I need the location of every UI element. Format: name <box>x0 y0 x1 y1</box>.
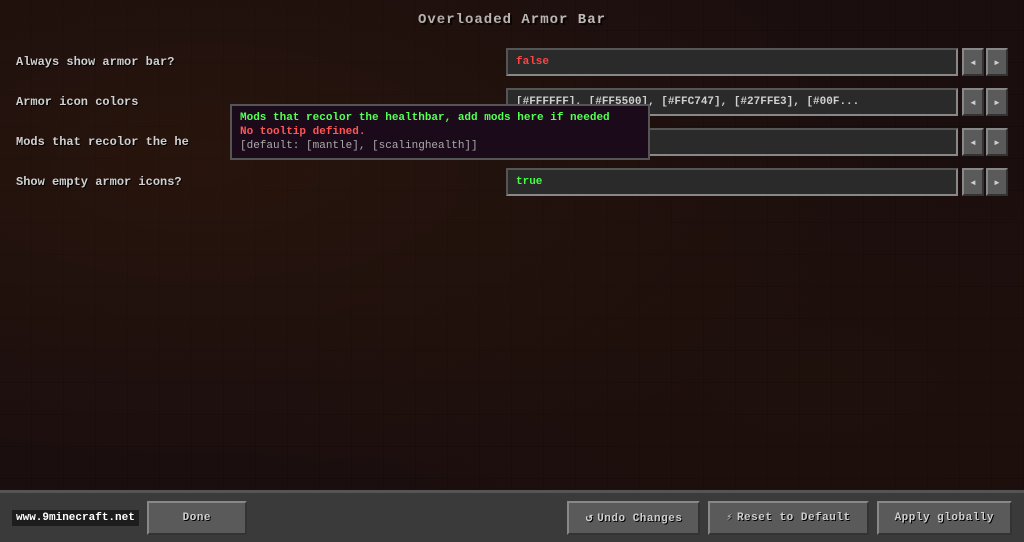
reset-button[interactable]: Reset to Default <box>708 501 868 535</box>
tooltip-popup: Mods that recolor the healthbar, add mod… <box>230 104 650 160</box>
setting-label-always-show: Always show armor bar? <box>16 55 506 69</box>
left-arrow-icon <box>969 97 977 108</box>
setting-buttons-always-show <box>962 48 1008 76</box>
undo-button[interactable]: Undo Changes <box>567 501 700 535</box>
watermark: www.9minecraft.net <box>12 510 139 526</box>
undo-icon <box>585 513 597 525</box>
settings-container: Always show armor bar? false Armor icon … <box>0 36 1024 212</box>
tooltip-line-3: [default: [mantle], [scalinghealth]] <box>240 140 640 152</box>
setting-buttons-show-empty <box>962 168 1008 196</box>
done-button[interactable]: Done <box>147 501 247 535</box>
right-arrow-icon <box>993 57 1001 68</box>
right-arrow-icon <box>993 177 1001 188</box>
setting-buttons-armor-colors <box>962 88 1008 116</box>
setting-left-btn-always-show[interactable] <box>962 48 984 76</box>
setting-value-always-show[interactable]: false <box>506 48 958 76</box>
setting-value-show-empty[interactable]: true <box>506 168 958 196</box>
right-arrow-icon <box>993 97 1001 108</box>
setting-left-btn-show-empty[interactable] <box>962 168 984 196</box>
setting-value-text-always-show: false <box>516 56 948 68</box>
right-arrow-icon <box>993 137 1001 148</box>
setting-label-show-empty: Show empty armor icons? <box>16 175 506 189</box>
setting-right-btn-armor-colors[interactable] <box>986 88 1008 116</box>
setting-right-btn-recolor-mods[interactable] <box>986 128 1008 156</box>
setting-value-text-show-empty: true <box>516 176 948 188</box>
left-arrow-icon <box>969 57 977 68</box>
setting-right-btn-always-show[interactable] <box>986 48 1008 76</box>
setting-left-btn-recolor-mods[interactable] <box>962 128 984 156</box>
left-arrow-icon <box>969 177 977 188</box>
setting-row-show-empty: Show empty armor icons? true <box>16 164 1008 200</box>
bottom-bar: www.9minecraft.net Done Undo Changes Res… <box>0 490 1024 542</box>
setting-row-always-show: Always show armor bar? false <box>16 44 1008 80</box>
tooltip-line-1: Mods that recolor the healthbar, add mod… <box>240 112 640 124</box>
apply-globally-button[interactable]: Apply globally <box>877 501 1012 535</box>
setting-right-btn-show-empty[interactable] <box>986 168 1008 196</box>
left-arrow-icon <box>969 137 977 148</box>
setting-left-btn-armor-colors[interactable] <box>962 88 984 116</box>
page-title: Overloaded Armor Bar <box>0 0 1024 36</box>
tooltip-line-2: No tooltip defined. <box>240 126 640 138</box>
reset-icon <box>726 512 737 524</box>
setting-buttons-recolor-mods <box>962 128 1008 156</box>
